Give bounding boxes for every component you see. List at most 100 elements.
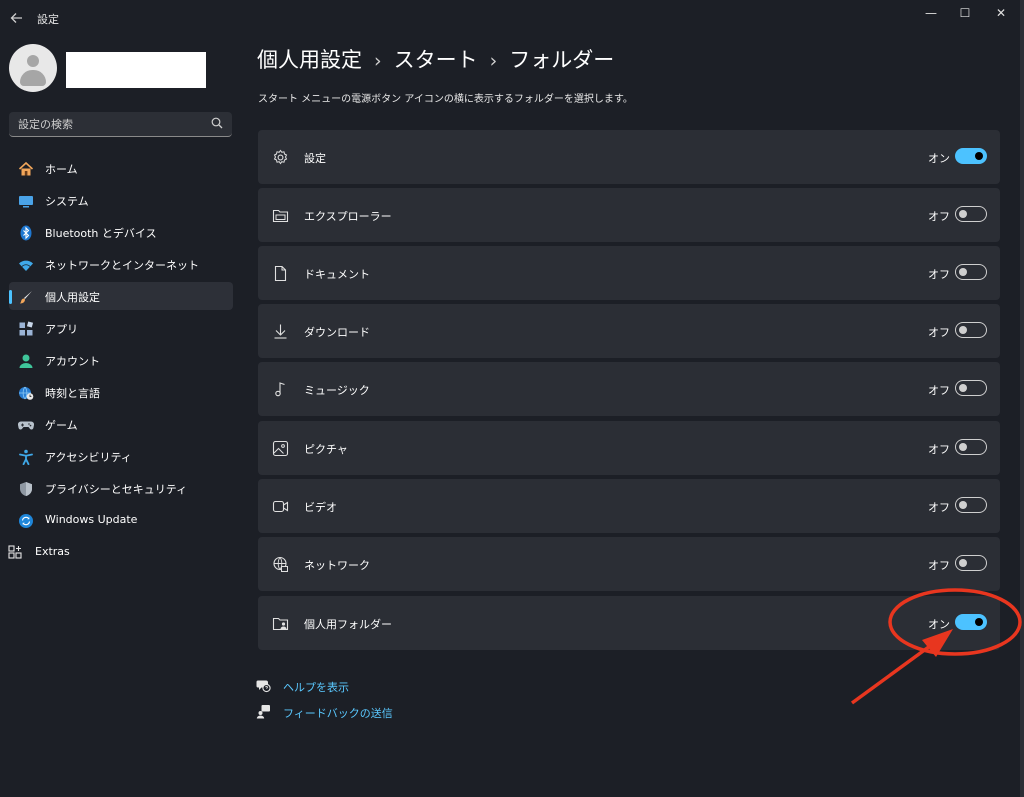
sidebar-item-windows-update[interactable]: Windows Update	[9, 506, 233, 534]
sidebar-item-accessibility[interactable]: アクセシビリティ	[9, 442, 233, 470]
feedback-link-label[interactable]: フィードバックの送信	[283, 705, 393, 721]
sidebar-item-label: アクセシビリティ	[45, 451, 132, 464]
system-icon	[19, 196, 33, 208]
search-input[interactable]	[18, 116, 208, 132]
maximize-button[interactable]: ☐	[948, 4, 982, 22]
picture-icon	[272, 440, 289, 457]
avatar[interactable]	[9, 44, 57, 92]
toggle-switch-personal-folder[interactable]	[955, 614, 987, 630]
accessibility-icon	[19, 449, 33, 465]
folder-label: 設定	[304, 152, 326, 165]
toggle-switch-file-explorer[interactable]	[955, 206, 987, 222]
sidebar-item-label: Extras	[35, 545, 70, 558]
apps-icon	[19, 321, 34, 336]
selected-indicator	[9, 290, 12, 304]
personal-folder-icon	[272, 617, 289, 631]
breadcrumb-start[interactable]: スタート	[394, 44, 478, 74]
feedback-icon	[256, 705, 270, 719]
user-name-redacted	[66, 52, 206, 88]
breadcrumb-separator: ›	[374, 50, 382, 72]
search-box[interactable]	[9, 112, 232, 137]
sidebar-item-gaming[interactable]: ゲーム	[9, 410, 233, 438]
toggle-state-label: オン	[928, 618, 950, 631]
toggle-switch-music[interactable]	[955, 380, 987, 396]
minimize-button[interactable]: —	[914, 4, 948, 22]
sidebar-item-label: ネットワークとインターネット	[45, 259, 199, 272]
folder-row-documents: ドキュメント オフ	[258, 246, 1000, 300]
folder-label: ミュージック	[304, 384, 370, 397]
sidebar-item-apps[interactable]: アプリ	[9, 314, 233, 342]
close-button[interactable]: ✕	[984, 4, 1018, 22]
folder-label: ドキュメント	[304, 268, 370, 281]
page-title: フォルダー	[509, 48, 615, 72]
sidebar-item-label: ホーム	[45, 163, 78, 176]
toggle-switch-network[interactable]	[955, 555, 987, 571]
folder-row-music: ミュージック オフ	[258, 362, 1000, 416]
breadcrumb-separator: ›	[489, 50, 498, 72]
window-title: 設定	[37, 13, 59, 26]
brush-icon	[20, 291, 32, 304]
globe-clock-icon	[19, 386, 34, 400]
toggle-switch-documents[interactable]	[955, 264, 987, 280]
sidebar-nav: ホーム システム Bluetooth とデバイス ネットワークとインターネット …	[9, 154, 233, 538]
help-link-label[interactable]: ヘルプを表示	[283, 679, 349, 695]
sidebar-item-label: アカウント	[45, 355, 100, 368]
help-icon	[256, 680, 271, 693]
folder-label: ダウンロード	[304, 326, 370, 339]
folder-row-network: ネットワーク オフ	[258, 537, 1000, 591]
gear-icon	[273, 149, 288, 165]
sidebar-item-system[interactable]: システム	[9, 186, 233, 214]
video-icon	[272, 500, 289, 513]
sidebar-item-label: Windows Update	[45, 513, 138, 526]
folder-row-settings: 設定 オン	[258, 130, 1000, 184]
search-icon[interactable]	[210, 116, 224, 130]
sidebar-item-label: システム	[45, 195, 89, 208]
toggle-state-label: オフ	[928, 501, 950, 514]
folder-label: ネットワーク	[304, 559, 370, 572]
window-edge	[1020, 0, 1024, 797]
download-icon	[274, 324, 287, 339]
sidebar-item-time-language[interactable]: 時刻と言語	[9, 378, 233, 406]
sidebar-item-home[interactable]: ホーム	[9, 154, 233, 182]
folder-label: エクスプローラー	[304, 210, 392, 223]
sidebar-item-label: アプリ	[45, 323, 78, 336]
wifi-icon	[19, 260, 33, 271]
breadcrumb: 個人用設定 › スタート › フォルダー	[257, 44, 614, 74]
home-icon	[18, 161, 34, 176]
toggle-state-label: オフ	[928, 326, 950, 339]
folder-row-videos: ビデオ オフ	[258, 479, 1000, 533]
sidebar-item-privacy[interactable]: プライバシーとセキュリティ	[9, 474, 233, 502]
account-icon	[19, 354, 33, 368]
sidebar-item-network[interactable]: ネットワークとインターネット	[9, 250, 233, 278]
sidebar-item-label: 時刻と言語	[45, 387, 100, 400]
sidebar-item-accounts[interactable]: アカウント	[9, 346, 233, 374]
back-arrow-icon[interactable]	[8, 9, 26, 27]
sidebar-item-label: 個人用設定	[45, 291, 100, 304]
gamepad-icon	[18, 421, 34, 430]
toggle-state-label: オフ	[928, 559, 950, 572]
toggle-switch-pictures[interactable]	[955, 439, 987, 455]
annotation-arrow	[850, 644, 932, 705]
sidebar-item-label: プライバシーとセキュリティ	[45, 483, 188, 496]
breadcrumb-personalization[interactable]: 個人用設定	[257, 44, 362, 74]
toggle-switch-downloads[interactable]	[955, 322, 987, 338]
toggle-switch-videos[interactable]	[955, 497, 987, 513]
bluetooth-icon	[20, 225, 32, 241]
toggle-switch-settings[interactable]	[955, 148, 987, 164]
toggle-state-label: オフ	[928, 210, 950, 223]
folder-label: ピクチャ	[304, 443, 348, 456]
shield-icon	[20, 482, 32, 496]
folder-row-personal-folder: 個人用フォルダー オン	[258, 596, 1000, 650]
folder-row-pictures: ピクチャ オフ	[258, 421, 1000, 475]
folder-label: 個人用フォルダー	[304, 618, 392, 631]
sidebar-item-label: ゲーム	[45, 419, 78, 432]
folder-row-downloads: ダウンロード オフ	[258, 304, 1000, 358]
sidebar-item-bluetooth[interactable]: Bluetooth とデバイス	[9, 218, 233, 246]
toggle-state-label: オフ	[928, 384, 950, 397]
toggle-state-label: オフ	[928, 268, 950, 281]
title-bar: 設定 — ☐ ✕	[0, 0, 1024, 36]
sidebar-item-personalization[interactable]: 個人用設定	[9, 282, 233, 310]
folder-row-file-explorer: エクスプローラー オフ	[258, 188, 1000, 242]
document-icon	[274, 265, 287, 282]
folder-label: ビデオ	[304, 501, 337, 514]
